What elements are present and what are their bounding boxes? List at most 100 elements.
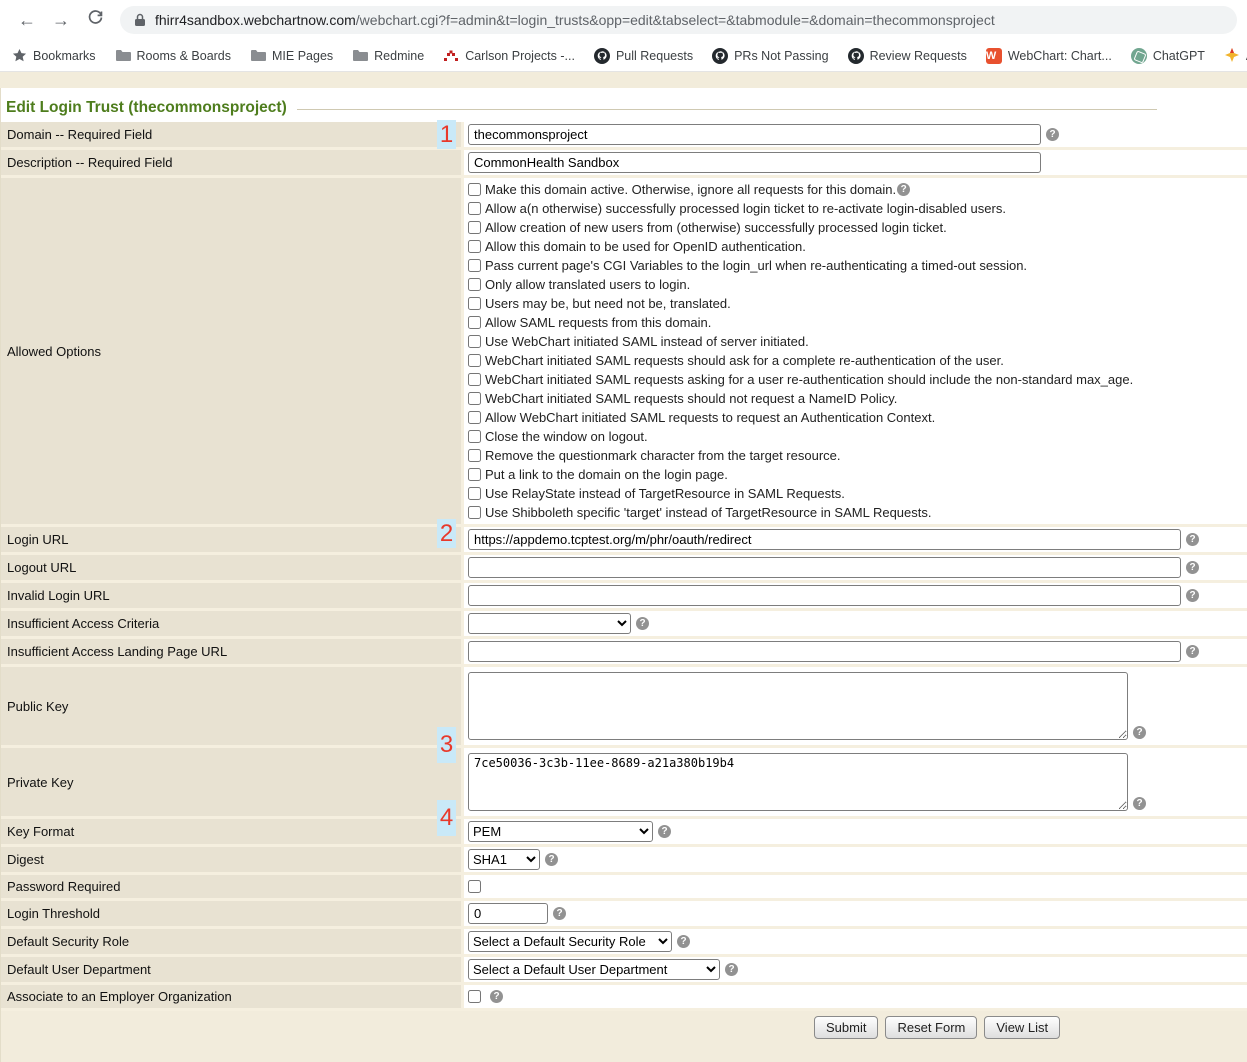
- reload-icon[interactable]: [83, 9, 107, 31]
- help-icon[interactable]: [897, 183, 910, 196]
- insufficient-access-landing-input[interactable]: [468, 641, 1181, 662]
- row-default-security-role: Default Security Role Select a Default S…: [1, 929, 1247, 954]
- option-label: Allow this domain to be used for OpenID …: [485, 239, 806, 254]
- private-key-label: Private Key: [1, 748, 461, 816]
- help-icon[interactable]: [553, 907, 566, 920]
- help-icon[interactable]: [725, 963, 738, 976]
- option-cgi-vars-checkbox[interactable]: [468, 259, 481, 272]
- option-label: Make this domain active. Otherwise, igno…: [485, 182, 896, 197]
- help-icon[interactable]: [1046, 128, 1059, 141]
- forward-icon[interactable]: →: [49, 10, 73, 31]
- password-required-checkbox[interactable]: [468, 880, 481, 893]
- bookmark-prs-not-passing[interactable]: PRs Not Passing: [712, 48, 828, 64]
- bookmark-carlson-projects[interactable]: Carlson Projects -...: [443, 49, 575, 63]
- option-create-users-checkbox[interactable]: [468, 221, 481, 234]
- bookmark-label: ChatGPT: [1153, 49, 1205, 63]
- bookmark-rooms-boards[interactable]: Rooms & Boards: [115, 49, 231, 63]
- option-complete-reauth-checkbox[interactable]: [468, 354, 481, 367]
- bookmark-chatgpt[interactable]: ChatGPT: [1131, 48, 1205, 64]
- option-max-age-checkbox[interactable]: [468, 373, 481, 386]
- row-key-format: Key Format PEM: [1, 819, 1247, 844]
- bookmark-pull-requests[interactable]: Pull Requests: [594, 48, 693, 64]
- description-label: Description -- Required Field: [1, 150, 461, 175]
- option-remove-questionmark-checkbox[interactable]: [468, 449, 481, 462]
- option-shibboleth-target-checkbox[interactable]: [468, 506, 481, 519]
- bookmark-webchart[interactable]: W WebChart: Chart...: [986, 48, 1112, 64]
- option-auth-context-checkbox[interactable]: [468, 411, 481, 424]
- option-openid-checkbox[interactable]: [468, 240, 481, 253]
- public-key-textarea[interactable]: [468, 672, 1128, 740]
- option-translated-only-checkbox[interactable]: [468, 278, 481, 291]
- annotation-3: 3: [437, 727, 456, 763]
- key-format-select[interactable]: PEM: [468, 821, 653, 842]
- option-allow-saml-checkbox[interactable]: [468, 316, 481, 329]
- default-user-department-select[interactable]: Select a Default User Department: [468, 959, 720, 980]
- help-icon[interactable]: [1133, 797, 1146, 810]
- help-icon[interactable]: [636, 617, 649, 630]
- bookmark-label: WebChart: Chart...: [1008, 49, 1112, 63]
- github-icon: [594, 48, 610, 64]
- option-reactivate-users-checkbox[interactable]: [468, 202, 481, 215]
- key-format-label: Key Format: [1, 819, 461, 844]
- insufficient-access-criteria-select[interactable]: [468, 613, 631, 634]
- bookmark-label: Rooms & Boards: [137, 49, 231, 63]
- row-invalid-login-url: Invalid Login URL: [1, 583, 1247, 608]
- invalid-login-url-input[interactable]: [468, 585, 1181, 606]
- option-login-page-link-checkbox[interactable]: [468, 468, 481, 481]
- option-relaystate-checkbox[interactable]: [468, 487, 481, 500]
- help-icon[interactable]: [545, 853, 558, 866]
- reset-form-button[interactable]: Reset Form: [885, 1016, 977, 1039]
- option-label: Allow creation of new users from (otherw…: [485, 220, 947, 235]
- login-trust-form: Domain -- Required Field Description -- …: [0, 122, 1247, 1062]
- help-icon[interactable]: [1186, 561, 1199, 574]
- annotation-1: 1: [437, 120, 456, 149]
- star-icon: [12, 48, 27, 63]
- help-icon[interactable]: [1186, 589, 1199, 602]
- help-icon[interactable]: [677, 935, 690, 948]
- address-bar[interactable]: fhirr4sandbox.webchartnow.com/webchart.c…: [120, 6, 1237, 34]
- bookmarks-bar: Bookmarks Rooms & Boards MIE Pages Redmi…: [0, 40, 1247, 72]
- option-domain-active-checkbox[interactable]: [468, 183, 481, 196]
- row-public-key: Public Key: [1, 667, 1247, 745]
- page-top-strip: [0, 72, 1247, 88]
- option-wc-initiated-saml-checkbox[interactable]: [468, 335, 481, 348]
- digest-select[interactable]: SHA1: [468, 849, 540, 870]
- help-icon[interactable]: [658, 825, 671, 838]
- private-key-textarea[interactable]: 7ce50036-3c3b-11ee-8689-a21a380b19b4: [468, 753, 1128, 811]
- bookmark-redmine[interactable]: Redmine: [352, 49, 424, 63]
- login-url-input[interactable]: [468, 529, 1181, 550]
- back-icon[interactable]: ←: [15, 10, 39, 31]
- domain-input[interactable]: [468, 124, 1041, 145]
- option-maybe-translated-checkbox[interactable]: [468, 297, 481, 310]
- bookmark-bookmarks[interactable]: Bookmarks: [12, 48, 96, 63]
- option-no-nameid-checkbox[interactable]: [468, 392, 481, 405]
- login-threshold-input[interactable]: [468, 903, 548, 924]
- bookmark-acc[interactable]: Acc: [1224, 48, 1247, 63]
- bookmark-review-requests[interactable]: Review Requests: [848, 48, 967, 64]
- bookmark-label: Redmine: [374, 49, 424, 63]
- page-title: Edit Login Trust (thecommonsproject): [6, 99, 287, 117]
- option-label: Allow WebChart initiated SAML requests t…: [485, 410, 935, 425]
- option-label: Put a link to the domain on the login pa…: [485, 467, 728, 482]
- option-label: Allow SAML requests from this domain.: [485, 315, 711, 330]
- option-label: Use Shibboleth specific 'target' instead…: [485, 505, 931, 520]
- folder-icon: [250, 49, 266, 62]
- row-insufficient-access-landing: Insufficient Access Landing Page URL: [1, 639, 1247, 664]
- associate-employer-checkbox[interactable]: [468, 990, 481, 1003]
- digest-label: Digest: [1, 847, 461, 872]
- logout-url-label: Logout URL: [1, 555, 461, 580]
- logout-url-input[interactable]: [468, 557, 1181, 578]
- option-label: Remove the questionmark character from t…: [485, 448, 841, 463]
- description-input[interactable]: [468, 152, 1041, 173]
- help-icon[interactable]: [1186, 533, 1199, 546]
- row-associate-employer: Associate to an Employer Organization: [1, 985, 1247, 1008]
- option-close-window-checkbox[interactable]: [468, 430, 481, 443]
- bookmark-mie-pages[interactable]: MIE Pages: [250, 49, 333, 63]
- view-list-button[interactable]: View List: [984, 1016, 1060, 1039]
- help-icon[interactable]: [1133, 726, 1146, 739]
- submit-button[interactable]: Submit: [814, 1016, 878, 1039]
- help-icon[interactable]: [1186, 645, 1199, 658]
- associate-employer-label: Associate to an Employer Organization: [1, 985, 461, 1008]
- help-icon[interactable]: [490, 990, 503, 1003]
- default-security-role-select[interactable]: Select a Default Security Role: [468, 931, 672, 952]
